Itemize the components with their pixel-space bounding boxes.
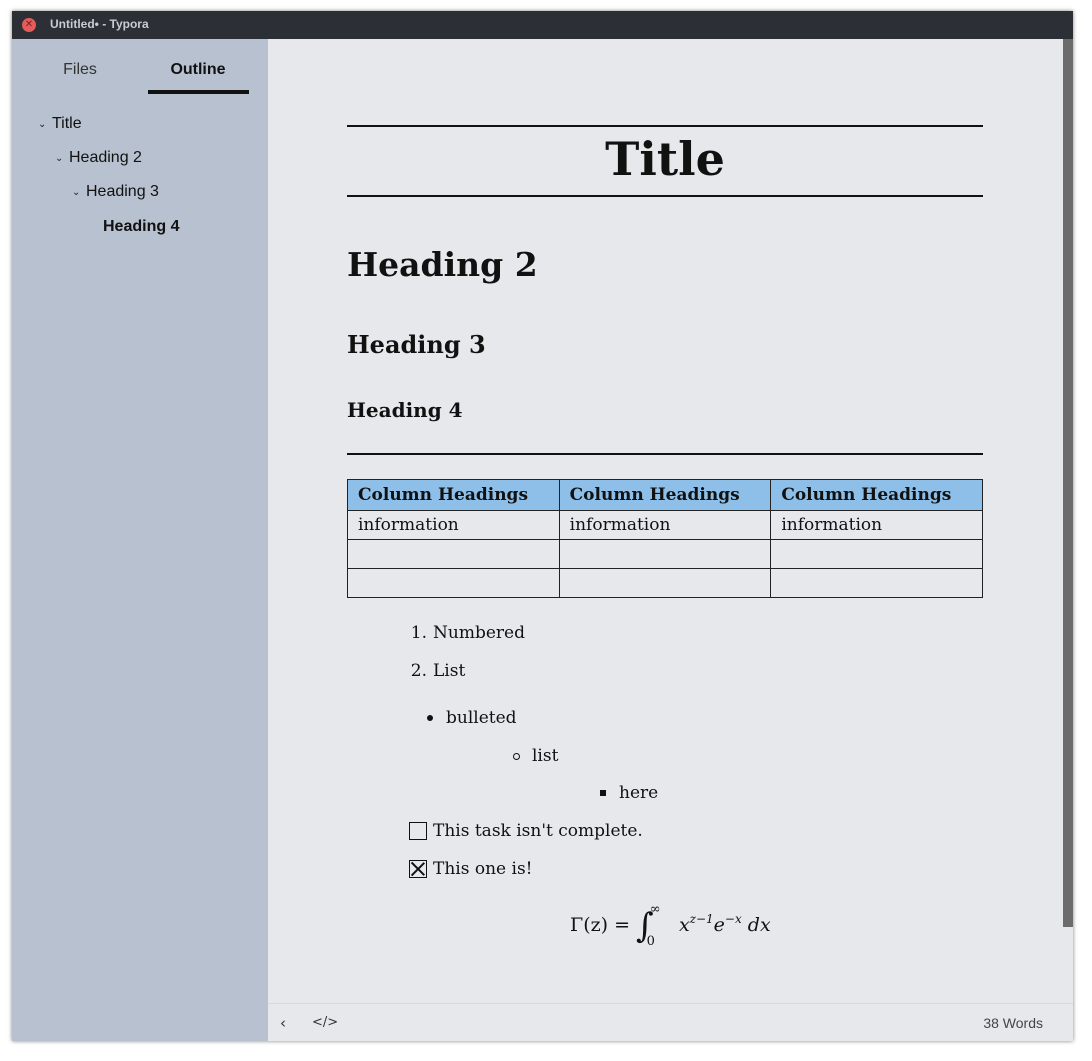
bulleted-list-item[interactable]: here (600, 783, 658, 803)
heading-4[interactable]: Heading 4 (347, 398, 463, 422)
list-item-text: list (532, 746, 559, 766)
app-window: ✕ Untitled• - Typora Files Outline ⌄ Tit… (12, 11, 1073, 1041)
bullet-disc-icon (427, 715, 433, 721)
table-cell[interactable] (558, 539, 772, 569)
table-cell[interactable]: information (558, 510, 772, 540)
word-count[interactable]: 38 Words (983, 1015, 1043, 1031)
list-item-text: Numbered (433, 623, 525, 643)
outline-item-heading-2[interactable]: ⌄ Heading 2 (55, 149, 142, 167)
editor-pane[interactable]: Title Heading 2 Heading 3 Heading 4 Colu… (268, 39, 1073, 1003)
window-title: Untitled• - Typora (50, 17, 149, 31)
outline-item-heading-4[interactable]: Heading 4 (103, 218, 179, 236)
bulleted-list-item[interactable]: list (513, 746, 558, 766)
heading-2[interactable]: Heading 2 (347, 245, 538, 284)
math-arg: (z) (583, 914, 609, 936)
numbered-list-item[interactable]: 2. List (407, 661, 466, 681)
list-item-text: List (433, 661, 466, 681)
list-item-text: here (619, 783, 659, 803)
table-header-cell[interactable]: Column Headings (347, 479, 560, 511)
task-item[interactable]: This task isn't complete. (409, 821, 643, 841)
source-code-icon[interactable]: </> (312, 1015, 338, 1030)
outline-item-label: Heading 3 (86, 183, 159, 200)
math-dx: dx (747, 914, 771, 936)
math-x: x (678, 914, 690, 936)
bullet-circle-icon (513, 752, 520, 760)
math-gamma: Γ (570, 914, 584, 936)
bullet-square-icon (600, 790, 606, 796)
title-bar: ✕ Untitled• - Typora (12, 11, 1073, 39)
table-cell[interactable]: information (770, 510, 983, 540)
task-checkbox-checked[interactable] (409, 860, 427, 878)
tab-outline[interactable]: Outline (148, 61, 248, 79)
outline-item-label: Heading 4 (103, 218, 180, 235)
tab-files[interactable]: Files (30, 61, 130, 79)
table-row (347, 539, 983, 569)
bulleted-list-item[interactable]: bulleted (427, 708, 517, 728)
table-row (347, 568, 983, 598)
task-text: This one is! (433, 859, 533, 879)
task-item[interactable]: This one is! (409, 859, 533, 879)
table-cell[interactable] (770, 539, 983, 569)
chevron-down-icon[interactable]: ⌄ (72, 187, 86, 198)
list-item-text: bulleted (446, 708, 517, 728)
list-number: 2. (410, 661, 427, 681)
document-title[interactable]: Title (347, 127, 983, 191)
horizontal-rule (347, 453, 983, 455)
chevron-down-icon[interactable]: ⌄ (38, 119, 52, 130)
math-x-exponent: z−1 (689, 912, 714, 926)
math-lower-limit: 0 (646, 934, 655, 949)
status-bar: ‹ </> 38 Words (268, 1003, 1073, 1041)
chevron-left-icon[interactable]: ‹ (280, 1014, 286, 1032)
math-equals: = (614, 914, 630, 936)
sidebar: Files Outline ⌄ Title ⌄ Heading 2 ⌄ Head… (12, 39, 268, 1041)
list-number: 1. (410, 623, 427, 643)
table-cell[interactable] (347, 539, 560, 569)
table-header-cell[interactable]: Column Headings (558, 479, 772, 511)
numbered-list-item[interactable]: 1. Numbered (407, 623, 525, 643)
table-header-cell[interactable]: Column Headings (770, 479, 983, 511)
math-e: e (713, 914, 725, 936)
table-cell[interactable] (347, 568, 560, 598)
table-cell[interactable] (558, 568, 772, 598)
active-tab-indicator (148, 90, 249, 94)
close-icon[interactable]: ✕ (22, 18, 36, 32)
document-table[interactable]: Column Headings Column Headings Column H… (347, 479, 983, 598)
table-cell[interactable]: information (347, 510, 560, 540)
document-title-block: Title (347, 125, 983, 197)
chevron-down-icon[interactable]: ⌄ (55, 153, 69, 164)
outline-item-heading-3[interactable]: ⌄ Heading 3 (72, 183, 159, 201)
task-checkbox[interactable] (409, 822, 427, 840)
outline-item-label: Title (52, 115, 82, 132)
math-block[interactable]: Γ(z) = ∫∞0 xz−1e−x dx (570, 902, 771, 949)
heading-3[interactable]: Heading 3 (347, 330, 486, 359)
outline-item-label: Heading 2 (69, 149, 142, 166)
table-cell[interactable] (770, 568, 983, 598)
task-text: This task isn't complete. (433, 821, 643, 841)
math-upper-limit: ∞ (649, 902, 661, 917)
table-header-row: Column Headings Column Headings Column H… (347, 479, 983, 511)
scrollbar[interactable] (1063, 39, 1073, 927)
outline-item-title[interactable]: ⌄ Title (38, 115, 82, 133)
math-e-exponent: −x (724, 912, 742, 926)
table-row: information information information (347, 510, 983, 540)
